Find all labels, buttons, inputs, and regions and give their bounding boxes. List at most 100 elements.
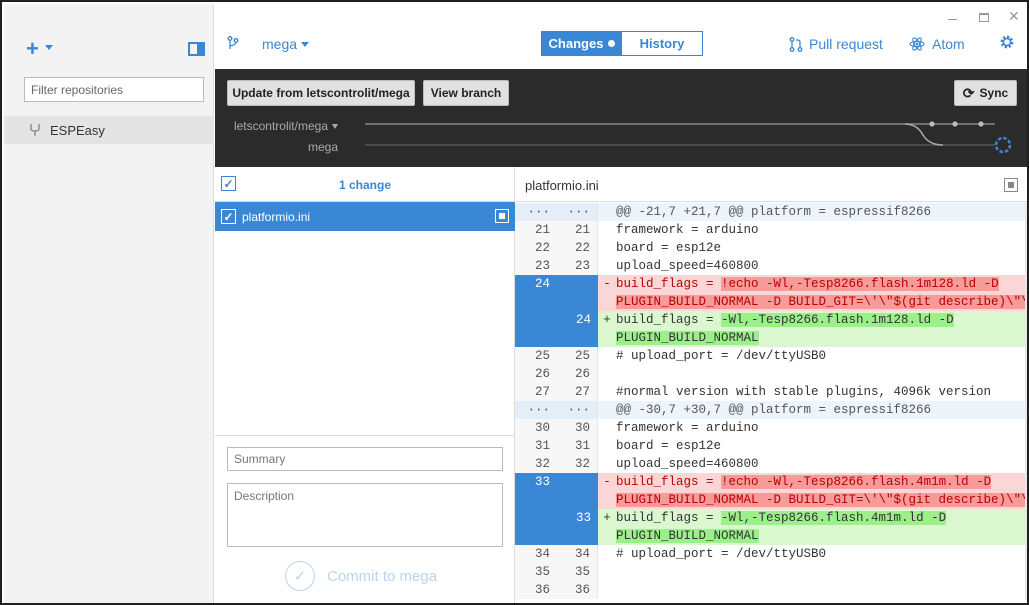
add-repository-button[interactable]: + (26, 38, 39, 60)
old-line-number: 32 (515, 455, 557, 473)
diff-line: 33 + build_flags = -Wl,-Tesp8266.flash.4m1… (515, 509, 1027, 527)
sync-button[interactable]: ⟳ Sync (954, 80, 1017, 106)
diff-line: ··· ··· @@ -30,7 +30,7 @@ platform = espre… (515, 401, 1027, 419)
diff-marker (599, 455, 615, 473)
diff-line: 27 27 #normal version with stable plugins,… (515, 383, 1027, 401)
diff-line: 36 36 (515, 581, 1027, 599)
close-window-icon[interactable]: ✕ (1008, 9, 1020, 23)
diff-line-text: framework = arduino (616, 223, 759, 237)
diff-line-text: board = esp12e (616, 439, 722, 453)
diff-line-text: #normal version with stable plugins, 409… (616, 385, 992, 399)
pull-request-button[interactable]: Pull request (789, 36, 883, 52)
filter-repositories-input[interactable] (24, 77, 204, 102)
diff-marker (599, 383, 615, 401)
diff-line-text: build_flags = -Wl,-Tesp8266.flash.4m1m.l… (616, 509, 947, 527)
diff-marker (599, 545, 615, 563)
diff-line: 33 - build_flags = !echo -Wl,-Tesp8266.fla… (515, 473, 1027, 491)
diff-line-text: upload_speed=460800 (616, 259, 759, 273)
commit-summary-input[interactable] (227, 447, 503, 471)
commit-button[interactable]: ✓ Commit to mega (285, 561, 437, 591)
commit-graph[interactable] (365, 117, 1025, 153)
change-count: 1 change (338, 178, 392, 192)
new-line-number (557, 491, 598, 509)
remote-branch-selector[interactable]: letscontrolit/mega (215, 119, 338, 133)
diff-header: platformio.ini (515, 167, 1027, 202)
diff-marker (599, 203, 615, 221)
changed-file-name: platformio.ini (242, 210, 311, 224)
branch-selector[interactable]: mega (262, 36, 297, 52)
new-line-number: 24 (557, 311, 598, 329)
update-from-upstream-button[interactable]: Update from letscontrolit/mega (227, 80, 415, 106)
chevron-down-icon[interactable] (301, 42, 309, 47)
diff-line-text: PLUGIN_BUILD_NORMAL (616, 527, 759, 545)
tab-history[interactable]: History (622, 32, 702, 55)
commit-description-input[interactable] (227, 483, 503, 547)
diff-line: PLUGIN_BUILD_NORMAL -D BUILD_GIT=\'\"$(g… (515, 293, 1027, 311)
repository-item[interactable]: ESPEasy (4, 116, 214, 144)
open-in-atom-button[interactable]: Atom (909, 36, 965, 52)
gear-icon[interactable] (999, 34, 1015, 50)
old-line-number: 22 (515, 239, 557, 257)
diff-content[interactable]: ··· ··· @@ -21,7 +21,7 @@ platform = espre… (515, 203, 1027, 603)
new-line-number: 25 (557, 347, 598, 365)
diff-text-context: build_flags = (616, 313, 722, 327)
checkmark-icon: ✓ (285, 561, 315, 591)
diff-marker (599, 437, 615, 455)
diff-line: 31 31 board = esp12e (515, 437, 1027, 455)
new-line-number: 33 (557, 509, 598, 527)
pull-request-label: Pull request (809, 36, 883, 52)
diff-line: 35 35 (515, 563, 1027, 581)
diff-line: 24 + build_flags = -Wl,-Tesp8266.flash.1m1… (515, 311, 1027, 329)
old-line-number (515, 293, 557, 311)
diff-marker (599, 365, 615, 383)
diff-marker: + (603, 313, 611, 327)
old-line-number: 26 (515, 365, 557, 383)
changed-file-item[interactable]: ✓ platformio.ini (215, 202, 515, 231)
added-text-highlight: -Wl,-Tesp8266.flash.1m128.ld -D (721, 313, 954, 327)
sync-icon: ⟳ (962, 84, 975, 101)
diff-line: 24 - build_flags = !echo -Wl,-Tesp8266.fla… (515, 275, 1027, 293)
diff-marker (599, 491, 615, 509)
diff-line: PLUGIN_BUILD_NORMAL (515, 329, 1027, 347)
new-line-number: ··· (557, 401, 598, 419)
file-checkbox[interactable]: ✓ (221, 209, 236, 224)
new-line-number: 32 (557, 455, 598, 473)
atom-icon (909, 37, 925, 51)
deleted-text-highlight: !echo -Wl,-Tesp8266.flash.1m128.ld -D (721, 277, 999, 291)
old-line-number: 31 (515, 437, 557, 455)
old-line-number: 30 (515, 419, 557, 437)
diff-marker: + (603, 511, 611, 525)
new-line-number: 27 (557, 383, 598, 401)
new-line-number: 21 (557, 221, 598, 239)
new-line-number (557, 293, 598, 311)
branch-icon (227, 36, 239, 49)
diff-marker (599, 581, 615, 599)
changed-files-panel: ✓ 1 change ✓ platformio.ini (215, 167, 515, 435)
chevron-down-icon (332, 124, 338, 130)
tab-changes[interactable]: Changes (542, 32, 622, 55)
new-line-number: ··· (557, 203, 598, 221)
diff-marker (599, 221, 615, 239)
diff-line: 23 23 upload_speed=460800 (515, 257, 1027, 275)
diff-panel: platformio.ini ··· ··· @@ -21,7 +21,7 @@ p… (515, 167, 1027, 603)
old-line-number: ··· (515, 203, 557, 221)
diff-marker (599, 257, 615, 275)
new-line-number: 30 (557, 419, 598, 437)
diff-line: 25 25 # upload_port = /dev/ttyUSB0 (515, 347, 1027, 365)
added-text-highlight: -Wl,-Tesp8266.flash.4m1m.ld -D (721, 511, 947, 525)
diff-scrollbar[interactable] (1025, 202, 1027, 600)
minimize-window-icon[interactable] (948, 19, 957, 20)
diff-line: ··· ··· @@ -21,7 +21,7 @@ platform = espre… (515, 203, 1027, 221)
view-branch-button[interactable]: View branch (423, 80, 509, 106)
diff-marker (599, 239, 615, 257)
changed-files-header: ✓ 1 change (215, 167, 515, 202)
diff-line: PLUGIN_BUILD_NORMAL -D BUILD_GIT=\'\"$(g… (515, 491, 1027, 509)
pull-request-icon (789, 36, 803, 52)
collapse-sidebar-icon[interactable] (188, 42, 205, 56)
added-text-highlight: PLUGIN_BUILD_NORMAL (616, 331, 759, 345)
remote-branch-label: letscontrolit/mega (233, 119, 328, 133)
chevron-down-icon[interactable] (45, 45, 53, 50)
maximize-window-icon[interactable] (979, 13, 989, 22)
new-line-number: 23 (557, 257, 598, 275)
diff-line-text: PLUGIN_BUILD_NORMAL -D BUILD_GIT=\'\"$(g… (616, 293, 1027, 311)
